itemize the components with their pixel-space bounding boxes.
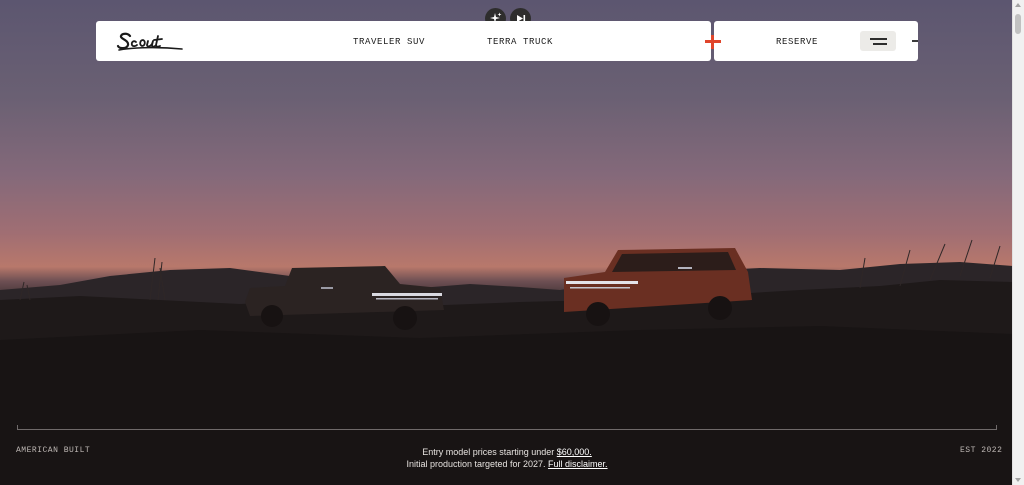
hero-video-background: [0, 0, 1013, 485]
hamburger-menu-icon: [870, 38, 887, 40]
scroll-down-icon[interactable]: [1015, 478, 1021, 482]
plus-accent-icon: [705, 35, 721, 49]
divider-line: [17, 429, 997, 430]
vehicles-at-dusk-scene: [0, 239, 1013, 485]
nav-link-traveler-suv[interactable]: TRAVELER SUV: [353, 37, 425, 47]
scrollbar-thumb[interactable]: [1015, 14, 1021, 34]
nav-link-terra-truck[interactable]: TERRA TRUCK: [487, 37, 553, 47]
reserve-link[interactable]: RESERVE: [776, 37, 818, 47]
page-scrollbar[interactable]: [1012, 0, 1024, 485]
american-built-label: AMERICAN BUILT: [16, 446, 91, 455]
nav-tick-right: [912, 40, 918, 42]
price-link[interactable]: $60,000.: [557, 447, 592, 457]
production-text: Initial production targeted for 2027.: [406, 459, 546, 469]
full-disclaimer-link[interactable]: Full disclaimer.: [548, 459, 608, 469]
scroll-up-icon[interactable]: [1015, 3, 1021, 7]
menu-button[interactable]: [860, 31, 896, 51]
scout-logo[interactable]: [116, 26, 186, 56]
established-label: EST 2022: [960, 446, 1003, 455]
price-disclaimer: Entry model prices starting under $60,00…: [360, 446, 654, 470]
price-text: Entry model prices starting under: [422, 447, 555, 457]
